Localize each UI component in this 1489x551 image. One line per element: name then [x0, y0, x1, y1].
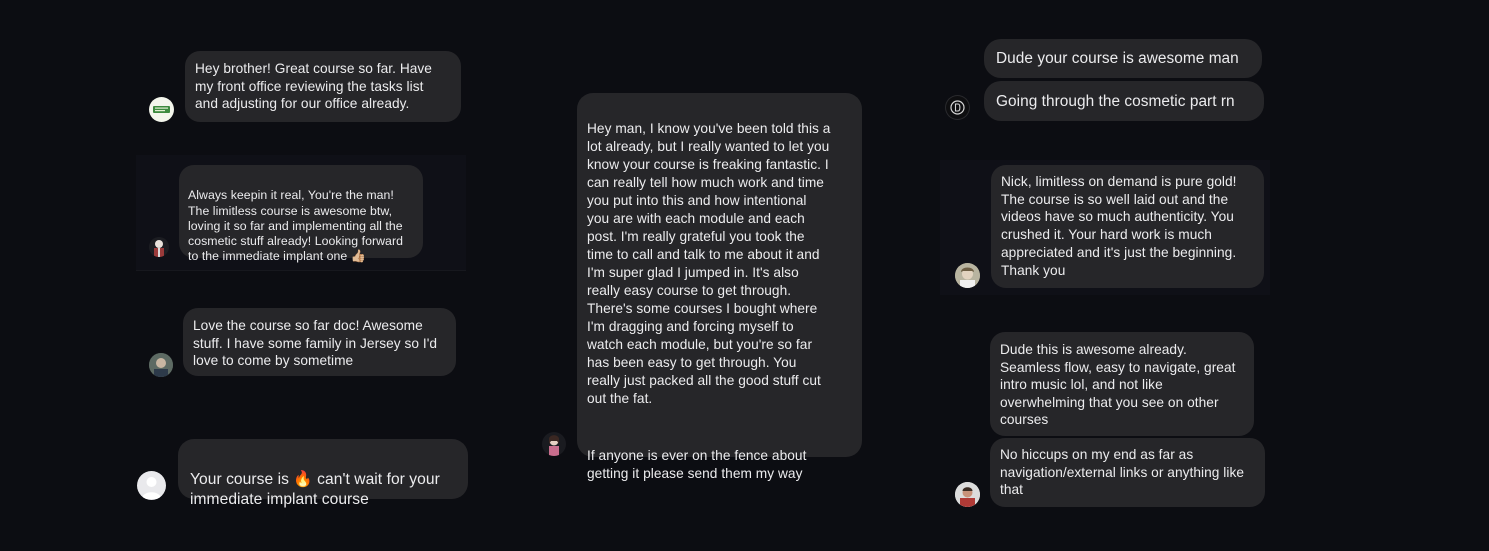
message-bubble-10: No hiccups on my end as far as navigatio… — [990, 438, 1265, 507]
message-bubble-1: Hey brother! Great course so far. Have m… — [185, 51, 461, 122]
message-bubble-3: Love the course so far doc! Awesome stuf… — [183, 308, 456, 376]
person-avatar[interactable] — [149, 353, 173, 377]
thumbs-up-icon: 👍🏼 — [350, 249, 367, 264]
left-divider — [136, 270, 466, 271]
message-4-text-a: Your course is — [190, 471, 294, 488]
default-avatar[interactable] — [137, 471, 166, 500]
message-2-text: Always keepin it real, You're the man! T… — [188, 188, 403, 264]
message-bubble-8: Nick, limitless on demand is pure gold! … — [991, 165, 1264, 288]
logo-avatar[interactable] — [149, 97, 174, 122]
logo-avatar[interactable] — [945, 95, 970, 120]
person-avatar[interactable] — [955, 263, 980, 288]
person-avatar[interactable] — [149, 237, 169, 257]
person-avatar[interactable] — [955, 482, 980, 507]
message-5-paragraph-2: If anyone is ever on the fence about get… — [587, 448, 807, 481]
fire-icon: 🔥 — [293, 470, 313, 488]
message-bubble-4: Your course is 🔥 can't wait for your imm… — [178, 439, 468, 508]
message-bubble-9: Dude this is awesome already. Seamless f… — [990, 332, 1254, 436]
person-avatar[interactable] — [542, 432, 566, 456]
message-bubble-7: Going through the cosmetic part rn — [984, 81, 1264, 121]
message-bubble-6: Dude your course is awesome man — [984, 39, 1262, 78]
testimonials-canvas: Hey brother! Great course so far. Have m… — [0, 0, 1489, 551]
message-bubble-5: Hey man, I know you've been told this a … — [577, 93, 862, 481]
message-5-paragraph-1: Hey man, I know you've been told this a … — [587, 121, 831, 406]
message-bubble-2: Always keepin it real, You're the man! T… — [179, 165, 423, 263]
